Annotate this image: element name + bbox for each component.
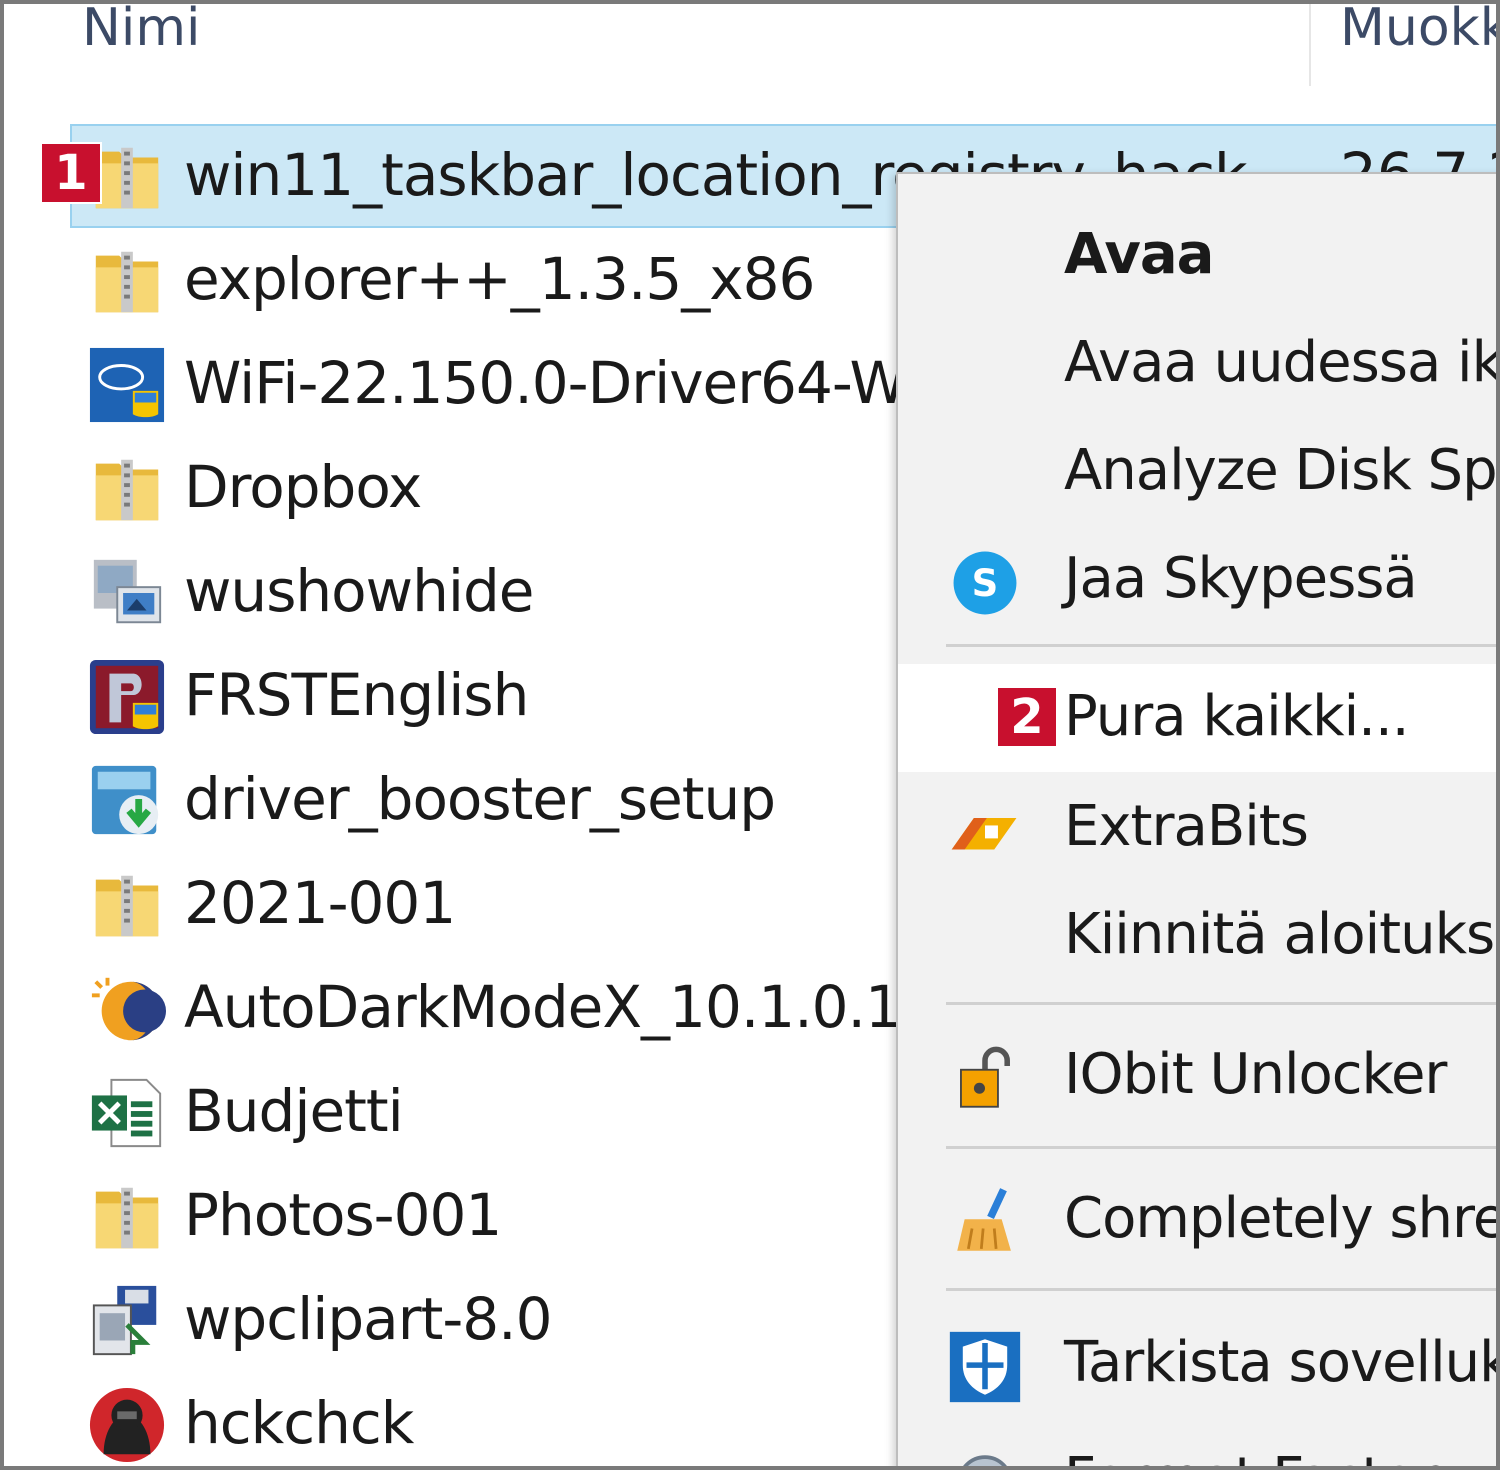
defender-shield-icon [949,1331,1021,1403]
file-name: 2021-001 [184,869,456,937]
menu-separator [946,644,1496,647]
zip-folder-icon [95,875,159,937]
menu-item-label: Kiinnitä aloitukseen [1064,902,1496,967]
setup-installer-icon [92,1285,157,1356]
menu-item-check-apps[interactable]: Tarkista sovellukset [898,1310,1496,1418]
file-name: WiFi-22.150.0-Driver64-Win [184,349,956,417]
menu-item-analyze-disk-space[interactable]: Analyze Disk Space [898,418,1497,526]
menu-item-label: Completely shred [1064,1186,1500,1251]
excel-icon [91,1078,162,1148]
skype-icon: S [953,551,1017,615]
file-name: wpclipart-8.0 [184,1285,552,1353]
driver-booster-icon [91,765,159,835]
column-header-modified[interactable]: Muokk [1340,4,1496,58]
format-factory-icon [963,1455,1007,1466]
menu-separator [946,1288,1496,1291]
file-name: Dropbox [184,453,422,521]
extrabits-icon [951,818,1017,850]
svg-text:S: S [972,562,999,605]
frst-icon [89,659,165,735]
step-badge-2: 2 [996,686,1058,748]
zip-folder-icon [95,459,159,521]
menu-item-label: Analyze Disk Space [1064,438,1497,503]
menu-item-format-factory[interactable]: Format Factory [898,1426,1496,1466]
file-name: Budjetti [184,1077,404,1145]
unlocker-icon [960,1046,1010,1108]
hacker-icon [89,1387,165,1463]
step-badge-1: 1 [40,142,102,204]
menu-item-label: Jaa Skypessä [1064,546,1418,611]
file-explorer-window: Nimi Muokk win11_taskbar_location_regist… [0,0,1500,1470]
menu-item-iobit-unlocker[interactable]: IObit Unlocker [898,1022,1496,1130]
menu-item-open-new-window[interactable]: Avaa uudessa ikkunassa [898,310,1500,418]
auto-dark-mode-icon [91,977,166,1041]
menu-item-extrabits[interactable]: ExtraBits [898,774,1496,882]
menu-item-completely-shred[interactable]: Completely shred [898,1166,1500,1274]
menu-item-label: Avaa uudessa ikkunassa [1064,330,1500,395]
menu-item-label: Avaa [1064,222,1214,287]
menu-item-label: Tarkista sovellukset [1064,1330,1496,1395]
file-name: Photos-001 [184,1181,502,1249]
menu-item-label: Format Factory [1064,1444,1471,1466]
file-name: AutoDarkModeX_10.1.0.10 [184,973,938,1041]
menu-item-label: ExtraBits [1064,794,1309,859]
context-menu: Avaa Avaa uudessa ikkunassa Analyze Disk… [896,172,1500,1466]
column-header-name[interactable]: Nimi [82,4,200,58]
menu-separator [946,1146,1496,1149]
broom-icon [957,1188,1011,1251]
menu-item-share-skype[interactable]: S Jaa Skypessä [898,526,1496,634]
file-name: hckchck [184,1389,414,1457]
file-name: wushowhide [184,557,534,625]
file-name: explorer++_1.3.5_x86 [184,245,815,313]
menu-item-open[interactable]: Avaa [898,202,1496,310]
menu-item-extract-all[interactable]: Pura kaikki... [898,664,1496,772]
menu-separator [946,1002,1496,1005]
column-divider[interactable] [1309,4,1311,86]
menu-item-pin-to-start[interactable]: Kiinnitä aloitukseen [898,882,1496,990]
zip-folder-icon [95,251,159,313]
file-name: FRSTEnglish [184,661,529,729]
menu-item-label: Pura kaikki... [1064,684,1410,749]
intel-installer-icon [89,347,165,423]
menu-item-label: IObit Unlocker [1064,1042,1447,1107]
file-name: driver_booster_setup [184,765,776,833]
troubleshooter-icon [93,559,162,624]
zip-folder-icon [95,1187,159,1249]
